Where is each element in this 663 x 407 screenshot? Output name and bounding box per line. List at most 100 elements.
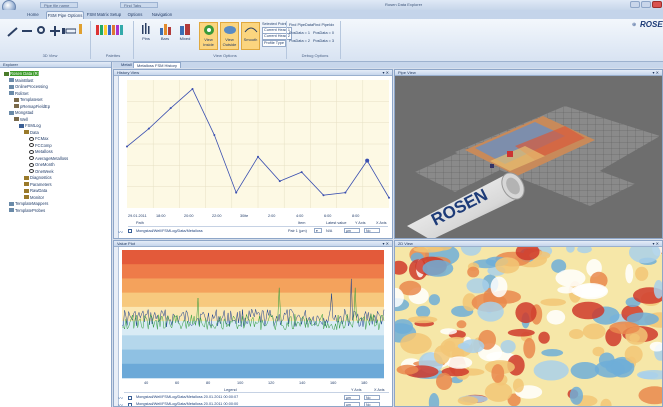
tree-item[interactable]: Metalloss xyxy=(29,149,53,154)
current-head-2-option[interactable]: Current Head 2 xyxy=(262,33,292,40)
history-point[interactable] xyxy=(344,191,347,194)
qat-field-1[interactable]: Pipe file name xyxy=(40,2,78,8)
x-axis-dropdown[interactable]: No xyxy=(364,402,380,406)
bars-button[interactable]: Bars xyxy=(157,22,173,50)
posdata-1-button[interactable]: PosData = 1 xyxy=(289,31,310,36)
grid-tool-icon[interactable] xyxy=(62,26,77,38)
tree-item[interactable]: Data xyxy=(24,130,39,135)
tree-item[interactable]: Templateset xyxy=(14,97,43,102)
title-bar xyxy=(0,0,663,10)
tree-item-label: FSMLog xyxy=(25,123,41,128)
y-axis-dropdown[interactable]: µm xyxy=(344,228,360,233)
tab-home[interactable]: Home xyxy=(20,11,46,19)
value-plot-row[interactable]: 〰 Mongstad/Well/FSMLog/Data/Metalloss 20.… xyxy=(118,395,388,402)
history-point[interactable] xyxy=(365,158,370,163)
palette-icon[interactable] xyxy=(96,23,136,39)
value-plot-chart[interactable] xyxy=(120,248,392,379)
tree-item[interactable]: OneWeek xyxy=(29,169,54,174)
tree-item[interactable]: RoliSet xyxy=(9,91,29,96)
history-point[interactable] xyxy=(213,134,216,137)
history-point[interactable] xyxy=(388,196,390,199)
x-axis-dropdown[interactable]: No xyxy=(364,228,380,233)
posdata-3-button[interactable]: PosData = 3 xyxy=(313,39,334,44)
pipe-view-panel[interactable]: Pipe View ▾ ✕ ROSEN xyxy=(394,69,663,239)
history-point[interactable] xyxy=(235,191,238,194)
close-button[interactable] xyxy=(652,1,662,8)
d2-view-panel[interactable]: 2D View ▾ ✕ xyxy=(394,240,663,407)
posdata-0-button[interactable]: PosData = 0 xyxy=(313,31,334,36)
y-axis-dropdown[interactable]: µm xyxy=(344,395,360,400)
tree-item-label: Metalloss xyxy=(35,149,53,154)
tree-item[interactable]: Monitor xyxy=(24,195,44,200)
tree-item[interactable]: AverageMetalloss xyxy=(29,156,68,161)
x-axis-dropdown[interactable]: No xyxy=(364,395,380,400)
history-point[interactable] xyxy=(126,145,128,148)
history-point[interactable] xyxy=(300,171,303,174)
tree-item[interactable]: Mongstad xyxy=(9,110,33,115)
qat-field-2[interactable]: Find Tabs xyxy=(120,2,158,8)
history-grid-row[interactable]: 〰 Mongstad/Well/FSMLog/Data/Metalloss Pa… xyxy=(118,228,388,236)
circle-icon[interactable] xyxy=(37,26,45,34)
minimize-button[interactable] xyxy=(630,1,640,8)
help-icon[interactable]: ⊕ xyxy=(632,22,636,28)
tab-fsm-matrix-setup[interactable]: FSM Matrix Setup xyxy=(85,11,123,19)
tree-item[interactable]: OnlineProcessing xyxy=(9,84,48,89)
pen-icon[interactable] xyxy=(6,26,20,40)
tree-item[interactable]: TemplateMappers xyxy=(9,201,48,206)
marker-icon[interactable] xyxy=(79,24,82,34)
item-dropdown[interactable]: ▾ xyxy=(314,228,322,233)
value-plot-row[interactable]: 〰 Mongstad/Well/FSMLog/Data/Metalloss 20.… xyxy=(118,402,388,406)
mixed-button[interactable]: Mixed xyxy=(176,22,194,50)
tree-item[interactable]: Diagnostics xyxy=(24,175,52,180)
history-x-tick: 29.01.2011 xyxy=(128,214,147,218)
history-point[interactable] xyxy=(257,155,259,158)
tree-item[interactable]: pRemapFieldEp xyxy=(14,104,50,109)
tree-item[interactable]: TemplateProbes xyxy=(9,208,45,213)
tree-item[interactable]: FCComp xyxy=(29,143,52,148)
pipe-tool-icon[interactable] xyxy=(50,26,60,38)
find-pipedata-button[interactable]: Find PipeData xyxy=(289,23,313,28)
find-pipeidx-button[interactable]: Find PipeIdx xyxy=(313,23,334,28)
signal-icon: 〰 xyxy=(118,230,124,236)
doc-tab-metalloss-history[interactable]: Metalloss FSM History xyxy=(133,62,182,68)
row-checkbox[interactable] xyxy=(128,403,132,406)
tree-item[interactable]: FSMLog xyxy=(19,123,41,128)
view-outside-button[interactable]: View Outside xyxy=(220,22,239,50)
tree-item[interactable]: Well xyxy=(14,117,28,122)
view-inside-button[interactable]: View Inside xyxy=(199,22,218,50)
d2-heatmap[interactable] xyxy=(395,247,663,407)
tab-options[interactable]: Options xyxy=(124,11,146,19)
tree-item[interactable]: Parameters xyxy=(24,182,52,187)
history-point[interactable] xyxy=(278,180,281,183)
history-point[interactable] xyxy=(169,107,172,110)
pins-label: Pins xyxy=(142,36,150,41)
line-icon[interactable] xyxy=(22,30,32,32)
posdata-2-button[interactable]: PosData = 2 xyxy=(289,39,310,44)
row-path: Mongstad/Well/FSMLog/Data/Metalloss 20.0… xyxy=(136,402,239,406)
heatmap-blob xyxy=(443,340,456,352)
pane-close-icon[interactable]: ▾ ✕ xyxy=(383,241,389,247)
tree-item[interactable]: FCMax xyxy=(29,136,49,141)
row-checkbox[interactable] xyxy=(128,396,132,400)
maximize-button[interactable] xyxy=(641,1,651,8)
pins-button[interactable]: Pins xyxy=(138,22,154,50)
tree-item[interactable]: MainBlast xyxy=(9,78,33,83)
row-checkbox[interactable] xyxy=(128,229,132,233)
heatmap-blob xyxy=(500,340,516,354)
tree-item[interactable]: RawData xyxy=(24,188,47,193)
smooth-button[interactable]: Smooth xyxy=(241,22,260,50)
ribbon-separator xyxy=(133,21,134,59)
history-point[interactable] xyxy=(147,127,150,130)
y-axis-dropdown[interactable]: µm xyxy=(344,402,360,406)
tree-item[interactable]: Rosen Data (R) xyxy=(4,71,40,76)
tab-navigation[interactable]: Navigation xyxy=(147,11,177,19)
pipe-3d-render[interactable]: ROSEN xyxy=(395,76,663,239)
profile-type-dropdown[interactable]: Profile Type xyxy=(262,40,286,47)
history-point[interactable] xyxy=(191,87,194,90)
tree-item[interactable]: OneMonth xyxy=(29,162,55,167)
tree-item-label: Well xyxy=(20,116,29,122)
tab-fsm-pipe-options[interactable]: FSM Pipe Options xyxy=(46,11,84,19)
value-band xyxy=(122,278,384,293)
history-point[interactable] xyxy=(322,194,325,197)
history-chart[interactable] xyxy=(119,76,393,212)
